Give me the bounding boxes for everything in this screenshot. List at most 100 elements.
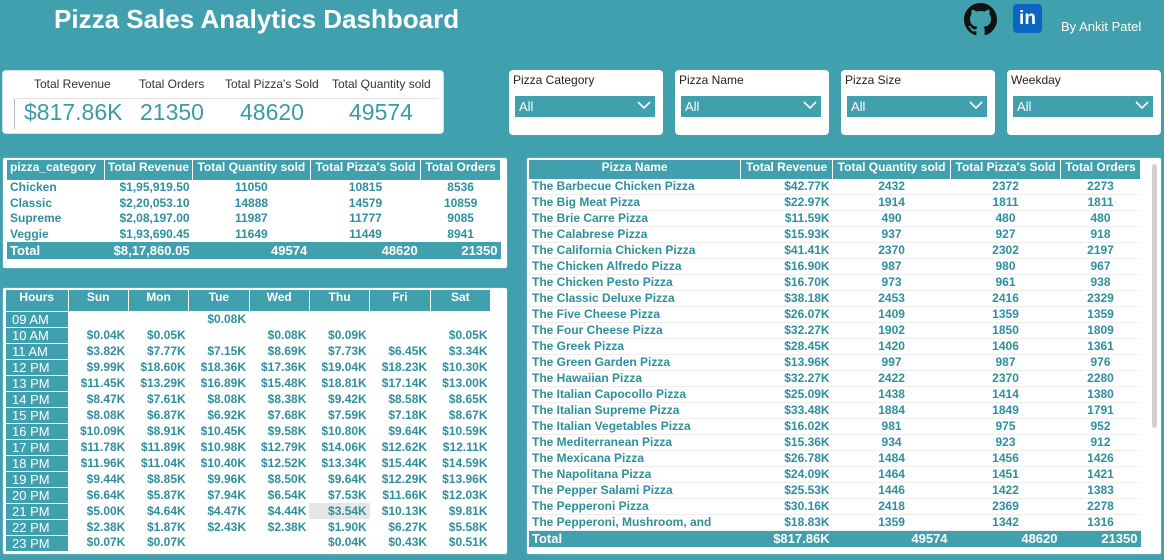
col-header-pizza-name[interactable]: Pizza Name xyxy=(529,160,742,179)
table-row[interactable]: The Mexicana Pizza $26.78K 1484 1456 1426 xyxy=(529,450,1141,468)
col-header-thu[interactable]: Thu xyxy=(309,290,371,311)
table-row[interactable]: The Chicken Alfredo Pizza $16.90K 987 980 96… xyxy=(529,258,1141,276)
col-header-hours[interactable]: Hours xyxy=(6,290,69,311)
dropdown-value: All xyxy=(1017,99,1032,114)
cell-sales: $8.08K xyxy=(86,407,126,422)
table-row[interactable]: The Pepperoni Pizza $30.16K 2418 2369 2278 xyxy=(529,498,1141,516)
table-row[interactable]: The Italian Capocollo Pizza $25.09K 1438 14… xyxy=(529,386,1141,404)
table-row[interactable]: 12 PM $9.99K $18.60K $18.36K $17.36K $19.04K $… xyxy=(6,358,491,375)
cell-revenue: $32.27K xyxy=(740,370,833,388)
table-row[interactable]: 11 AM $3.82K $7.77K $7.15K $8.69K $7.73K $6.45… xyxy=(6,342,491,359)
col-header-quantity[interactable]: Total Quantity sold xyxy=(832,160,952,179)
col-header-quantity[interactable]: Total Quantity sold xyxy=(192,160,311,180)
cell-revenue: $16.02K xyxy=(740,418,833,436)
table-row[interactable]: Chicken $1,95,919.50 11050 10815 8536 xyxy=(7,180,501,196)
table-row[interactable]: 13 PM $11.45K $13.29K $16.89K $15.48K $18.81K… xyxy=(6,374,491,391)
col-header-wed[interactable]: Wed xyxy=(249,290,310,311)
col-header-revenue[interactable]: Total Revenue xyxy=(104,160,194,180)
col-header-sat[interactable]: Sat xyxy=(430,290,492,311)
col-header-mon[interactable]: Mon xyxy=(128,290,190,311)
linkedin-icon[interactable]: in xyxy=(1013,4,1042,33)
cell-sales: $7.94K xyxy=(207,487,247,502)
cell-sales xyxy=(370,311,430,327)
dropdown-value: All xyxy=(851,99,866,114)
cell-sales: $12.62K xyxy=(381,439,428,454)
cell-pizzas-sold: 1849 xyxy=(950,402,1061,420)
cell-sales: $0.08K xyxy=(207,311,247,326)
table-row[interactable]: 10 AM $0.04K $0.05K $0.08K $0.09K $0.05K xyxy=(6,326,491,343)
table-row[interactable]: 18 PM $11.96K $11.04K $10.40K $12.52K $13.34K… xyxy=(6,454,491,471)
kpi-label-orders: Total Orders xyxy=(139,77,205,91)
table-row[interactable]: 21 PM $5.00K $4.64K $4.47K $4.44K $3.54K $10.1… xyxy=(6,502,491,519)
table-row[interactable]: 15 PM $8.08K $6.87K $6.92K $7.68K $7.59K $7.18… xyxy=(6,406,491,423)
col-header-orders[interactable]: Total Orders xyxy=(420,160,501,180)
cell-sales: $3.82K xyxy=(86,343,126,358)
col-header-sun[interactable]: Sun xyxy=(68,290,129,311)
col-header-tue[interactable]: Tue xyxy=(188,290,250,311)
col-header-pizzas-sold[interactable]: Total Pizza's Sold xyxy=(310,160,422,180)
table-row[interactable]: The Pepper Salami Pizza $25.53K 1446 1422 13… xyxy=(529,482,1141,500)
col-header-pizzas-sold[interactable]: Total Pizza's Sold xyxy=(950,160,1061,179)
cell-revenue: $42.77K xyxy=(740,179,833,196)
cell-category: Supreme xyxy=(10,211,62,226)
table-row[interactable]: The California Chicken Pizza $41.41K 2370 2… xyxy=(529,242,1141,260)
cell-sales: $12.79K xyxy=(261,439,307,454)
cell-sales: $0.09K xyxy=(328,327,367,342)
row-header-hour: 14 PM xyxy=(6,390,68,407)
table-row[interactable]: 16 PM $10.09K $8.91K $10.45K $9.58K $10.80K $9… xyxy=(6,422,491,439)
cell-orders: 1791 xyxy=(1060,402,1141,420)
table-row[interactable]: Supreme $2,08,197.00 11987 11777 9085 xyxy=(7,211,501,227)
col-header-fri[interactable]: Fri xyxy=(369,290,431,311)
table-row[interactable]: 14 PM $8.47K $7.61K $8.08K $8.38K $9.42K $8.58… xyxy=(6,390,491,407)
table-row[interactable]: The Four Cheese Pizza $32.27K 1902 1850 1809 xyxy=(529,322,1141,340)
table-row[interactable]: The Italian Supreme Pizza $33.48K 1884 1849… xyxy=(529,402,1141,420)
table-row[interactable]: The Pepperoni, Mushroom, and $18.83K 1359 1… xyxy=(529,514,1141,532)
vertical-scrollbar[interactable] xyxy=(1152,164,1157,428)
cell-sales: $0.43K xyxy=(388,535,428,550)
table-row[interactable]: The Classic Deluxe Pizza $38.18K 2453 2416 2… xyxy=(529,290,1141,308)
col-header-orders[interactable]: Total Orders xyxy=(1060,160,1141,179)
cell-revenue: $26.78K xyxy=(740,450,833,468)
table-row[interactable]: The Greek Pizza $28.45K 1420 1406 1361 xyxy=(529,338,1141,356)
table-row[interactable]: 17 PM $11.78K $11.89K $10.98K $12.79K $14.06K… xyxy=(6,438,491,455)
cell-orders: 2197 xyxy=(1060,242,1141,260)
cell-pizzas-sold: 961 xyxy=(950,274,1061,292)
table-row[interactable]: 23 PM $0.07K $0.07K $0.04K $0.43K $0.51K xyxy=(6,534,491,551)
cell-pizzas-sold: 987 xyxy=(950,354,1061,372)
cell-sales: $18.60K xyxy=(140,359,186,374)
weekday-dropdown[interactable]: All xyxy=(1013,96,1153,117)
table-row[interactable]: The Green Garden Pizza $13.96K 997 987 976 xyxy=(529,354,1141,372)
cell-sales: $10.45K xyxy=(200,423,247,438)
table-row[interactable]: The Big Meat Pizza $22.97K 1914 1811 1811 xyxy=(529,194,1141,212)
table-row[interactable]: The Mediterranean Pizza $15.36K 934 923 912 xyxy=(529,434,1141,452)
table-row[interactable]: Veggie $1,93,690.45 11649 11449 8941 xyxy=(7,227,501,243)
pizza-category-dropdown[interactable]: All xyxy=(515,96,655,117)
cell-sales: $0.04K xyxy=(86,327,126,342)
github-icon[interactable] xyxy=(964,3,997,36)
table-row[interactable]: The Calabrese Pizza $15.93K 937 927 918 xyxy=(529,226,1141,244)
table-row[interactable]: 22 PM $2.38K $1.87K $2.43K $2.38K $1.90K $6.27… xyxy=(6,518,491,535)
table-row[interactable]: Classic $2,20,053.10 14888 14579 10859 xyxy=(7,196,501,212)
table-row[interactable]: 09 AM $0.08K xyxy=(6,310,491,327)
cell-sales: $1.90K xyxy=(328,519,367,534)
table-row[interactable]: The Brie Carre Pizza $11.59K 490 480 480 xyxy=(529,210,1141,228)
pizza-name-dropdown[interactable]: All xyxy=(681,96,821,117)
pizza-size-dropdown[interactable]: All xyxy=(847,96,987,117)
cell-sales: $9.44K xyxy=(86,471,126,486)
col-header-revenue[interactable]: Total Revenue xyxy=(740,160,834,179)
cell-pizza-name: The Napolitana Pizza xyxy=(529,466,741,484)
table-row[interactable]: The Barbecue Chicken Pizza $42.77K 2432 237… xyxy=(529,179,1141,196)
table-row[interactable]: The Hawaiian Pizza $32.27K 2422 2370 2280 xyxy=(529,370,1141,388)
table-row[interactable]: 20 PM $6.64K $5.87K $7.94K $6.54K $7.53K $11.6… xyxy=(6,486,491,503)
table-row[interactable]: The Italian Vegetables Pizza $16.02K 981 97… xyxy=(529,418,1141,436)
cell-sales xyxy=(370,327,430,343)
table-row[interactable]: The Chicken Pesto Pizza $16.70K 973 961 938 xyxy=(529,274,1141,292)
cell-orders: 8941 xyxy=(447,227,474,242)
table-row[interactable]: The Five Cheese Pizza $26.07K 1409 1359 1359 xyxy=(529,306,1141,324)
col-header-category[interactable]: pizza_category xyxy=(7,160,105,180)
table-row[interactable]: The Napolitana Pizza $24.09K 1464 1451 1421 xyxy=(529,466,1141,484)
cell-revenue: $32.27K xyxy=(740,322,833,340)
table-row[interactable]: 19 PM $9.44K $8.85K $9.96K $8.50K $9.64K $12.2… xyxy=(6,470,491,487)
cell-pizzas-sold: 2370 xyxy=(950,370,1061,388)
cell-quantity: 1420 xyxy=(832,338,951,356)
